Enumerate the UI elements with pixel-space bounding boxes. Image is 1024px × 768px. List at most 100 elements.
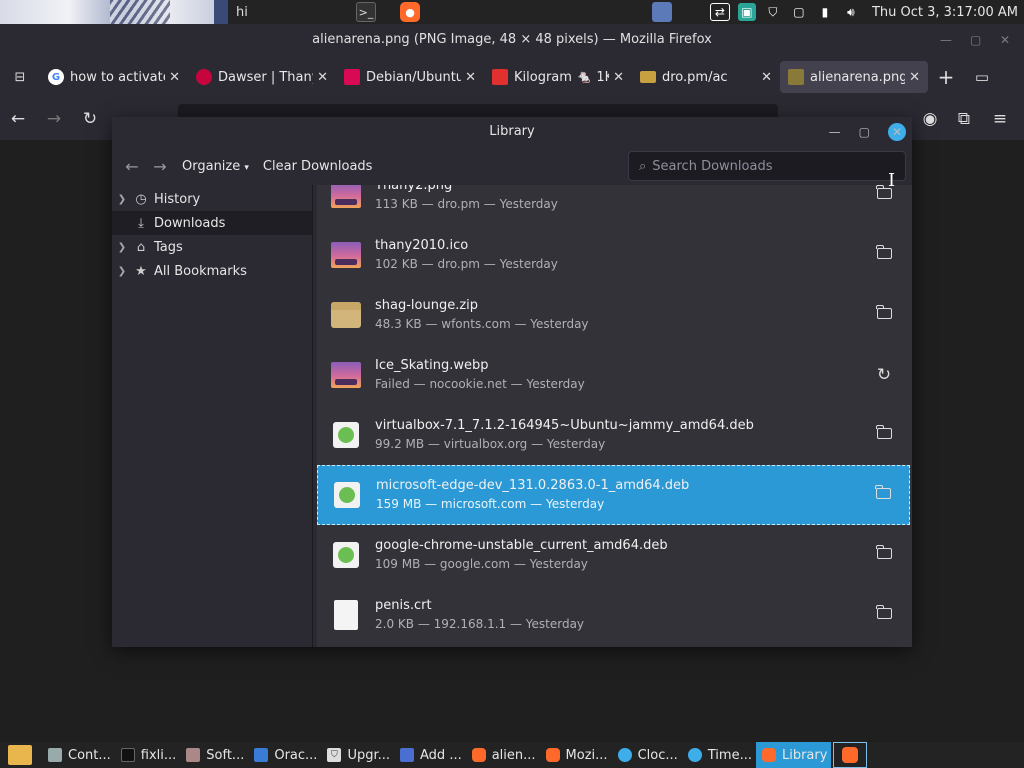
tab[interactable]: Kilogram 🐁 1K ✕ [484,61,632,93]
clock-icon: ◷ [135,191,147,207]
maximize-icon[interactable]: ▢ [859,117,870,147]
download-item[interactable]: shag-lounge.zip 48.3 KB — wfonts.com — Ye… [317,285,910,345]
close-icon[interactable]: ✕ [1000,24,1010,56]
firefox-icon[interactable]: ● [400,2,420,22]
library-body: ❯ ◷ History ⤓ Downloads ❯ ⌂ Tags ❯ ★ All… [112,185,912,647]
archive-file-icon [331,302,361,328]
tab-close-icon[interactable]: ✕ [761,70,772,85]
sidebar-item-downloads[interactable]: ⤓ Downloads [112,211,312,235]
tab[interactable]: dro.pm/ac ✕ [632,61,780,93]
download-name: shag-lounge.zip [375,298,479,313]
maximize-icon[interactable]: ▢ [970,24,981,56]
taskbar-firefox-icon[interactable] [833,742,868,768]
open-folder-icon[interactable] [863,485,903,503]
chevron-right-icon[interactable]: ❯ [112,266,132,277]
tab[interactable]: G how to activate ✕ [40,61,188,93]
account-icon[interactable]: ◉ [912,109,948,129]
back-icon[interactable]: ← [0,109,36,129]
clock[interactable]: Thu Oct 3, 3:17:00 AM [872,5,1018,20]
downloads-list[interactable]: Thany2.png 113 KB — dro.pm — Yesterday th… [317,185,912,647]
tab-close-icon[interactable]: ✕ [317,70,328,85]
download-item[interactable]: penis.crt 2.0 KB — 192.168.1.1 — Yesterda… [317,585,910,645]
download-icon: ⤓ [138,215,144,231]
retry-icon[interactable]: ↻ [864,365,904,385]
open-folder-icon[interactable] [864,605,904,623]
taskbar-item[interactable]: Mozi... [540,742,612,768]
tab[interactable]: Debian/Ubuntu ✕ [336,61,484,93]
extensions-icon[interactable]: ⧉ [946,109,982,129]
sidebar-item-tags[interactable]: ❯ ⌂ Tags [112,235,312,259]
taskbar-item[interactable]: Soft... [180,742,248,768]
files-icon[interactable] [8,745,32,765]
organize-menu[interactable]: Organize ▾ [182,159,249,174]
reload-icon[interactable]: ↻ [72,109,108,129]
clipboard-icon[interactable]: ▣ [737,3,756,21]
wallpaper-thumbnail[interactable] [0,0,228,24]
forward-icon[interactable]: → [146,157,174,176]
download-item[interactable]: Ice_Skating.webp Failed — nocookie.net — … [317,345,910,405]
virtualbox-icon [254,748,269,762]
sidebar-item-label: History [154,191,201,207]
tab-list-icon[interactable]: ⊟ [0,70,40,85]
minimize-icon[interactable]: — [940,24,952,56]
taskbar-item[interactable]: Cloc... [612,742,682,768]
tab-close-icon[interactable]: ✕ [169,70,180,85]
new-tab-icon[interactable]: + [928,65,964,89]
star-icon: ★ [135,263,147,279]
chevron-right-icon[interactable]: ❯ [112,242,132,253]
chevron-right-icon[interactable]: ❯ [112,194,132,205]
download-item[interactable]: thany2010.ico 102 KB — dro.pm — Yesterday [317,225,910,285]
taskbar-item[interactable]: alien... [466,742,540,768]
clear-downloads-button[interactable]: Clear Downloads [263,159,373,174]
tab-close-icon[interactable]: ✕ [465,70,476,85]
tab-label: dro.pm/ac [662,69,728,85]
open-folder-icon[interactable] [864,245,904,263]
sidebar-item-all-bookmarks[interactable]: ❯ ★ All Bookmarks [112,259,312,283]
raspberry-icon [196,69,212,85]
open-folder-icon[interactable] [864,545,904,563]
terminal-icon[interactable]: >_ [356,2,376,22]
taskbar: Cont... fixli... Soft... Orac... ⛉ Upgr..… [0,742,1024,768]
download-status: 99.2 MB — virtualbox.org — Yesterday [375,437,606,451]
workspace-thumbnail-icon[interactable] [652,2,672,22]
tab-active[interactable]: alienarena.png ✕ [780,61,928,93]
menu-icon[interactable]: ≡ [982,109,1018,129]
battery-icon[interactable]: ▮ [816,3,834,21]
sidebar-item-history[interactable]: ❯ ◷ History [112,187,312,211]
close-icon[interactable]: ✕ [888,123,906,141]
download-item[interactable]: Thany2.png 113 KB — dro.pm — Yesterday [317,185,910,225]
forward-icon[interactable]: → [36,109,72,129]
tab[interactable]: Dawser | Thany ✕ [188,61,336,93]
window-list-icon[interactable]: ▭ [964,68,1000,86]
panel-window-label[interactable]: hi [236,5,356,20]
download-status: 2.0 KB — 192.168.1.1 — Yesterday [375,617,585,631]
download-item-selected[interactable]: microsoft-edge-dev_131.0.2863.0-1_amd64.… [317,465,910,525]
search-input[interactable] [652,158,873,174]
tab-label: Kilogram 🐁 1K [514,69,610,85]
minimize-icon[interactable]: — [829,117,841,147]
taskbar-item[interactable]: Cont... [42,742,115,768]
open-folder-icon[interactable] [864,425,904,443]
taskbar-item[interactable]: Time... [682,742,756,768]
taskbar-item-active[interactable]: Library [755,742,832,768]
app-icon [48,748,62,762]
shield-icon[interactable]: ⛉ [764,3,782,21]
tab-close-icon[interactable]: ✕ [613,70,624,85]
taskbar-item[interactable]: Add ... [394,742,466,768]
open-folder-icon[interactable] [864,305,904,323]
search-box[interactable]: ⌕ [628,151,906,181]
download-item[interactable]: google-chrome-unstable_current_amd64.deb… [317,525,910,585]
tab-close-icon[interactable]: ✕ [909,70,920,85]
screen-share-icon[interactable]: ⇄ [709,3,730,21]
back-icon[interactable]: ← [118,157,146,176]
display-icon[interactable]: ▢ [790,3,808,21]
download-name: thany2010.ico [375,238,469,253]
volume-icon[interactable]: 🔊︎ [842,3,860,21]
taskbar-item[interactable]: Orac... [248,742,321,768]
debian-icon [344,69,360,85]
taskbar-item[interactable]: fixli... [115,742,181,768]
download-item[interactable]: virtualbox-7.1_7.1.2-164945~Ubuntu~jammy… [317,405,910,465]
open-folder-icon[interactable] [864,185,904,203]
download-name: penis.crt [375,598,432,613]
taskbar-item[interactable]: ⛉ Upgr... [321,742,394,768]
